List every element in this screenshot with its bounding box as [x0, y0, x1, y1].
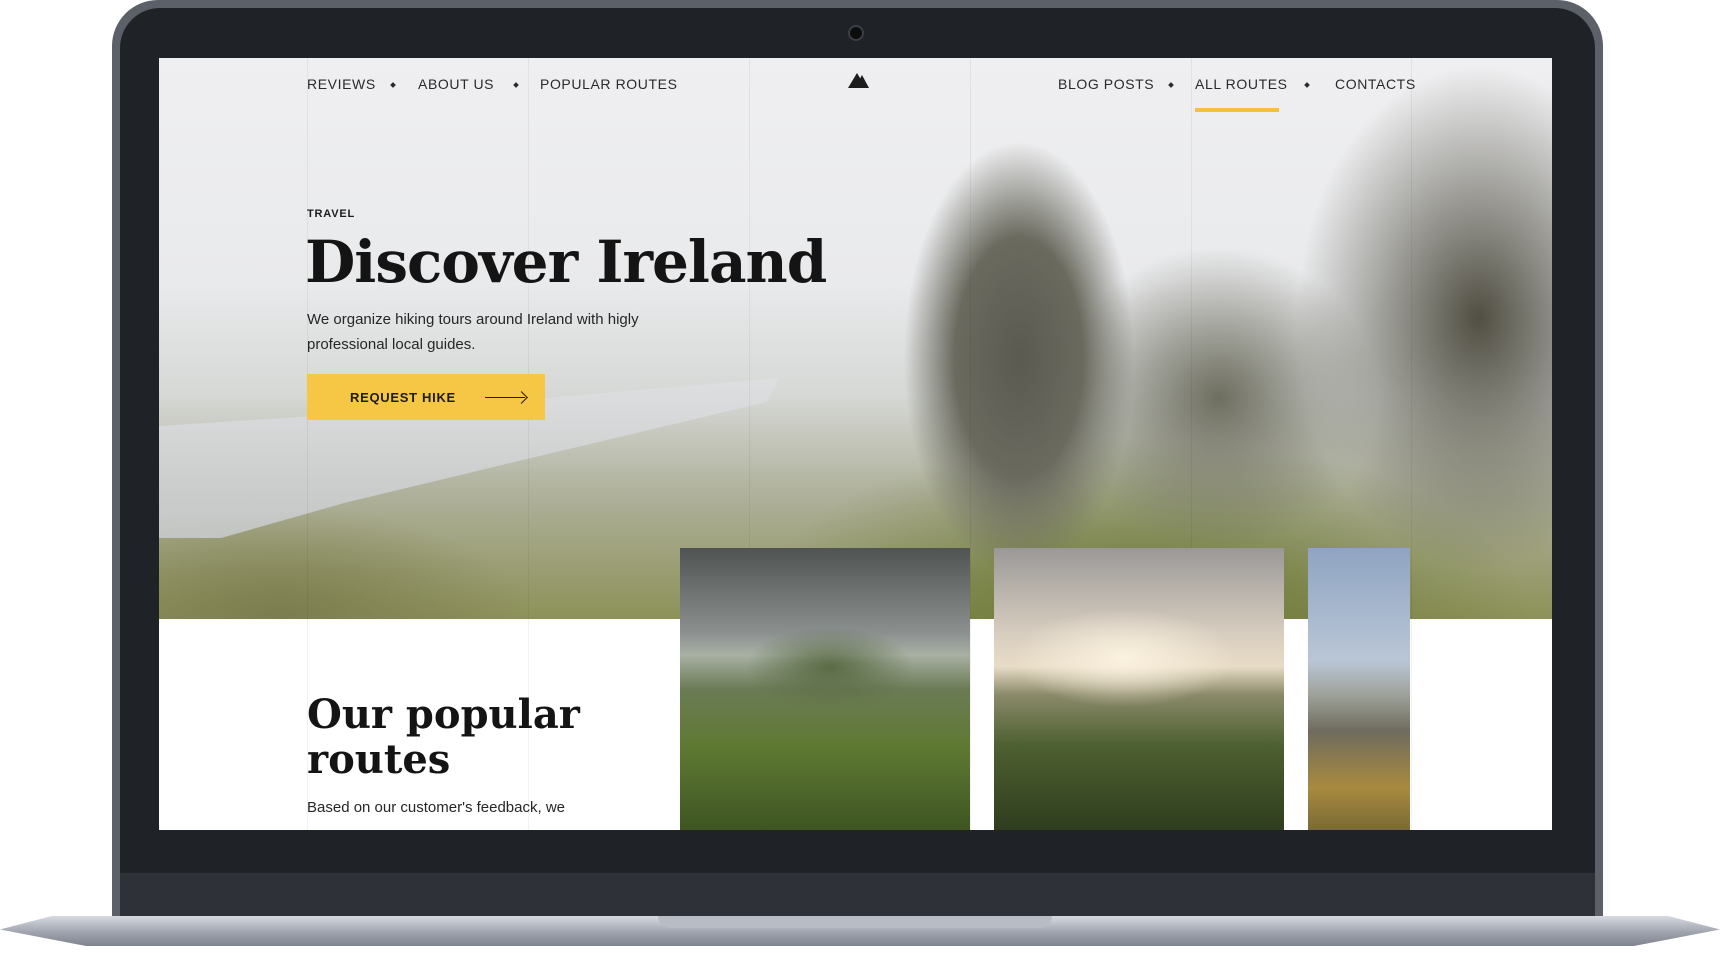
- nav-item-all-routes[interactable]: ALL ROUTES: [1195, 76, 1288, 92]
- nav-item-blog-posts[interactable]: BLOG POSTS: [1058, 76, 1154, 92]
- website-screen: REVIEWS ABOUT US POPULAR ROUTES BLOG POS…: [159, 58, 1552, 830]
- laptop-chin: [120, 873, 1595, 917]
- hero-title: Discover Ireland: [305, 228, 827, 296]
- laptop-base-notch: [658, 916, 1052, 928]
- arrow-right-icon: [485, 397, 525, 398]
- request-hike-label: REQUEST HIKE: [350, 389, 456, 405]
- section-title: Our popular routes: [307, 691, 580, 783]
- route-card-image[interactable]: [680, 548, 970, 830]
- mountain-logo-icon[interactable]: [848, 73, 869, 88]
- hero-eyebrow: TRAVEL: [307, 208, 355, 220]
- nav-item-popular-routes[interactable]: POPULAR ROUTES: [540, 76, 678, 92]
- camera-icon: [848, 25, 864, 41]
- grid-line: [1411, 58, 1412, 830]
- hero-description: We organize hiking tours around Ireland …: [307, 311, 639, 353]
- active-nav-underline: [1195, 108, 1279, 112]
- route-card-image[interactable]: [994, 548, 1284, 830]
- nav-item-contacts[interactable]: CONTACTS: [1335, 76, 1416, 92]
- grid-line: [970, 58, 971, 830]
- section-text: Based on our customer's feedback, we: [307, 799, 566, 816]
- nav-item-reviews[interactable]: REVIEWS: [307, 76, 376, 92]
- request-hike-button[interactable]: REQUEST HIKE: [307, 374, 545, 420]
- route-card-image[interactable]: [1308, 548, 1410, 830]
- nav-item-about-us[interactable]: ABOUT US: [418, 76, 494, 92]
